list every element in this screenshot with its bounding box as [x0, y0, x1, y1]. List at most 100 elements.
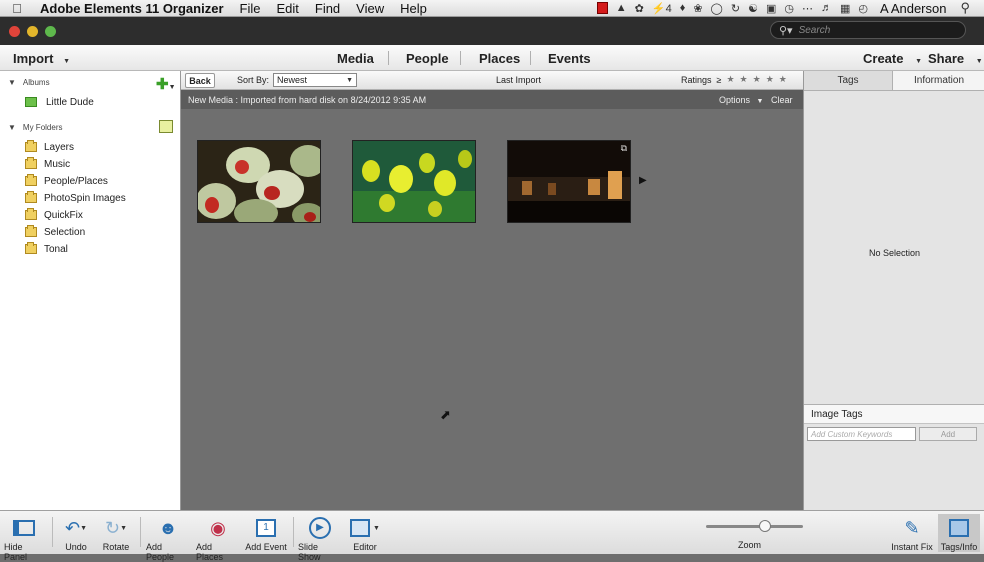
folders-section-header[interactable]: ▼ My Folders [8, 123, 62, 132]
media-grid: ⧉ ▶ ⬈ [181, 109, 803, 510]
sort-select[interactable]: Newest ▼ [273, 73, 357, 87]
tab-places[interactable]: Places [479, 51, 520, 66]
folder-label: QuickFix [44, 209, 83, 221]
calendar-icon: 1 [256, 514, 276, 542]
status-chat-icon[interactable]: ◯ [711, 2, 723, 15]
folder-label: Music [44, 158, 71, 170]
star-icon[interactable]: ★ [740, 74, 748, 85]
status-red-icon[interactable] [596, 2, 608, 14]
status-bell-icon[interactable]: ♦ [680, 2, 686, 14]
menu-view[interactable]: View [348, 1, 392, 16]
import-button[interactable]: Import ▼ [13, 51, 70, 66]
add-event-label: Add Event [245, 542, 287, 552]
close-window-icon[interactable] [9, 25, 20, 37]
disclosure-triangle-icon[interactable]: ▼ [8, 78, 16, 87]
display-icon[interactable]: ▣ [766, 2, 776, 15]
status-refresh-icon[interactable]: ↻ [731, 2, 740, 15]
folder-item[interactable]: Music [25, 156, 70, 172]
folder-item[interactable]: Selection [25, 224, 85, 240]
star-icon[interactable]: ★ [753, 74, 761, 85]
tab-events[interactable]: Events [548, 51, 591, 66]
editor-button[interactable]: ▼ Editor [348, 514, 382, 552]
folder-item[interactable]: People/Places [25, 173, 108, 189]
tab-people[interactable]: People [406, 51, 449, 66]
thumbnail-night-house[interactable]: ⧉ [507, 140, 631, 223]
timemachine-icon[interactable]: ◷ [784, 2, 794, 15]
add-event-button[interactable]: 1 Add Event [245, 514, 287, 552]
menu-edit[interactable]: Edit [268, 1, 306, 16]
create-button[interactable]: Create ▼ [863, 51, 922, 66]
search-input[interactable]: ⚲▾ Search [770, 21, 966, 39]
minimize-window-icon[interactable] [27, 25, 38, 37]
hide-panel-button[interactable]: Hide Panel [4, 514, 44, 562]
add-people-button[interactable]: ☻ Add People [146, 514, 190, 562]
clear-button[interactable]: Clear [771, 95, 793, 105]
folder-label: Selection [44, 226, 86, 238]
disclosure-triangle-icon[interactable]: ▼ [8, 123, 16, 132]
apple-icon[interactable]:  [0, 1, 34, 16]
thumbnail-tulips[interactable] [352, 140, 476, 223]
tulips-image [353, 141, 475, 222]
spotlight-icon[interactable]: ⚲ [960, 0, 970, 16]
share-button[interactable]: Share ▼ [928, 51, 983, 66]
no-selection-text: No Selection [868, 248, 921, 258]
user-name[interactable]: A Anderson [880, 1, 947, 16]
add-album-button[interactable]: ✚▼ [156, 75, 176, 93]
add-keyword-label: Add [940, 429, 956, 439]
menu-help[interactable]: Help [392, 1, 435, 16]
folder-view-toggle-icon[interactable] [159, 120, 173, 133]
folder-item[interactable]: Layers [25, 139, 74, 155]
folder-item[interactable]: Tonal [25, 241, 68, 257]
add-places-button[interactable]: ◉ Add Places [196, 514, 240, 562]
chevron-down-icon: ▼ [756, 98, 764, 105]
rotate-button[interactable]: ↻ ▼ Rotate [100, 514, 132, 553]
album-item[interactable]: Little Dude [25, 94, 94, 110]
menu-file[interactable]: File [232, 1, 269, 16]
status-battery-icon[interactable]: ⚡4 [652, 2, 672, 15]
create-label: Create [863, 51, 904, 66]
slide-show-button[interactable]: ▶ Slide Show [298, 514, 342, 562]
folder-item[interactable]: PhotoSpin Images [25, 190, 126, 206]
chevron-down-icon: ▼ [975, 58, 983, 65]
add-keyword-button[interactable]: Add [919, 427, 977, 441]
accessibility-icon[interactable]: ☯ [748, 2, 758, 15]
star-icon[interactable]: ★ [766, 74, 774, 85]
wand-icon: ✎ [904, 517, 920, 538]
volume-icon[interactable]: ♬ [821, 2, 832, 14]
instant-fix-button[interactable]: ✎ Instant Fix [890, 514, 934, 553]
ratings-label: Ratings [681, 74, 712, 85]
tags-info-button[interactable]: Tags/Info [938, 514, 980, 552]
calendar-icon[interactable]: ▦ [840, 2, 850, 15]
status-paw-icon[interactable]: ❀ [693, 2, 702, 15]
ratings-filter[interactable]: Ratings ≥ ★ ★ ★ ★ ★ [681, 74, 787, 85]
albums-section-header[interactable]: ▼ Albums [8, 78, 50, 87]
undo-button[interactable]: ↶ ▼ Undo [60, 514, 92, 553]
folder-item[interactable]: QuickFix [25, 207, 83, 223]
back-button[interactable]: Back [185, 73, 215, 88]
tab-media[interactable]: Media [337, 51, 374, 66]
zoom-slider[interactable] [706, 525, 803, 528]
menu-find[interactable]: Find [307, 1, 348, 16]
app-menu[interactable]: Adobe Elements 11 Organizer [34, 1, 232, 16]
clock-icon[interactable]: ◴ [858, 2, 868, 15]
tab-tags[interactable]: Tags [804, 71, 893, 91]
zoom-window-icon[interactable] [45, 25, 56, 37]
status-sync-icon[interactable]: ✿ [635, 2, 644, 15]
more-icon[interactable]: ⋯ [802, 2, 813, 15]
tab-information[interactable]: Information [893, 71, 984, 91]
star-icon[interactable]: ★ [726, 74, 734, 85]
ratings-operator[interactable]: ≥ [717, 75, 722, 85]
folders-header: My Folders [22, 123, 63, 132]
custom-keywords-input[interactable]: Add Custom Keywords [807, 427, 916, 441]
status-alert-icon[interactable]: ▲ [616, 2, 627, 14]
options-button[interactable]: Options ▼ [719, 95, 763, 105]
media-toolstrip: Back Sort By: Newest ▼ Last Import Ratin… [181, 71, 803, 90]
bottom-toolbar: Hide Panel ↶ ▼ Undo ↻ ▼ Rotate ☻ Add Peopl… [0, 510, 984, 562]
expand-stack-arrow-icon[interactable]: ▶ [639, 175, 647, 186]
star-icon[interactable]: ★ [779, 74, 787, 85]
stack-icon[interactable]: ⧉ [621, 143, 627, 154]
thumbnail-olives[interactable] [197, 140, 321, 223]
main-nav: Import ▼ Media People Places Events Crea… [0, 45, 984, 71]
folder-label: PhotoSpin Images [44, 192, 126, 204]
zoom-slider-handle[interactable] [759, 520, 771, 532]
